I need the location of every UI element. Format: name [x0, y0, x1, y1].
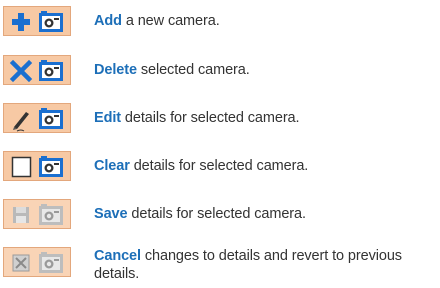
legend-description-save: Save details for selected camera. [94, 205, 434, 223]
legend-row-delete: Delete selected camera. [0, 55, 440, 85]
legend-keyword-edit: Edit [94, 110, 121, 126]
legend-description-clear: Clear details for selected camera. [94, 157, 434, 175]
cancel-camera-button[interactable] [3, 247, 71, 277]
save-camera-button[interactable] [3, 199, 71, 229]
edit-camera-button[interactable] [3, 103, 71, 133]
legend-description-cancel: Cancel changes to details and revert to … [94, 247, 434, 283]
delete-camera-button[interactable] [3, 55, 71, 85]
legend-row-clear: Clear details for selected camera. [0, 151, 440, 181]
legend-text-cancel: changes to details and revert to previou… [94, 248, 402, 282]
legend-row-cancel: Cancel changes to details and revert to … [0, 247, 440, 288]
plus-camera-icon [12, 11, 63, 32]
legend-row-save: Save details for selected camera. [0, 199, 440, 229]
pencil-camera-icon [13, 108, 63, 132]
legend-text-save: details for selected camera. [127, 206, 306, 222]
legend-keyword-clear: Clear [94, 158, 130, 174]
legend-keyword-delete: Delete [94, 62, 137, 78]
x-camera-icon [9, 59, 63, 83]
legend-row-edit: Edit details for selected camera. [0, 103, 440, 133]
legend-text-clear: details for selected camera. [129, 158, 309, 174]
legend-keyword-save: Save [94, 206, 128, 222]
legend-text-delete: selected camera. [136, 62, 250, 78]
legend-description-add: Add a new camera. [94, 12, 434, 30]
cancel-camera-icon [12, 252, 63, 273]
legend-text-edit: details for selected camera. [121, 110, 300, 126]
legend-keyword-cancel: Cancel [94, 248, 141, 264]
blank-camera-icon [11, 156, 63, 178]
add-camera-button[interactable] [3, 6, 71, 36]
legend-row-add: Add a new camera. [0, 6, 440, 36]
clear-camera-button[interactable] [3, 151, 71, 181]
legend-text-add: a new camera. [121, 13, 220, 29]
legend-description-delete: Delete selected camera. [94, 61, 434, 79]
disk-camera-icon [13, 204, 63, 225]
legend-description-edit: Edit details for selected camera. [94, 109, 434, 127]
legend-keyword-add: Add [94, 13, 122, 29]
